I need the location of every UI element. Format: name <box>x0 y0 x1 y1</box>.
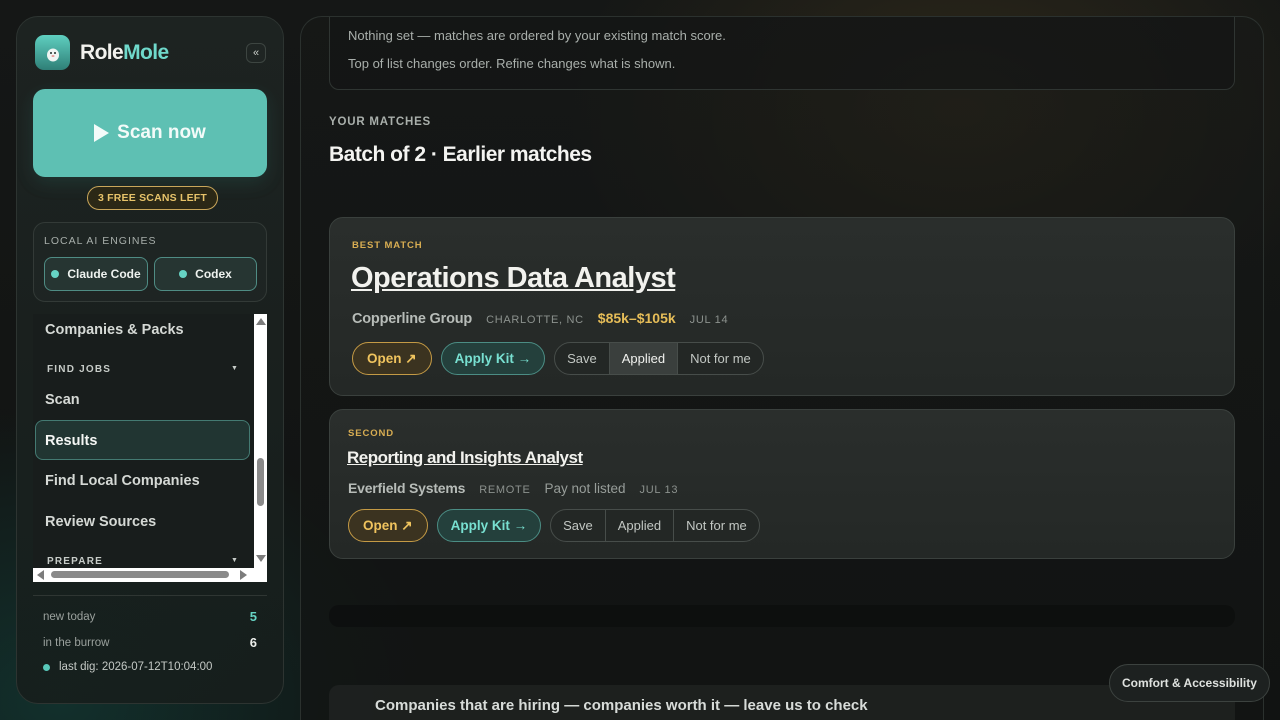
last-dig-text: last dig: 2026-07-12T10:04:00 <box>59 661 213 673</box>
not-for-me-button[interactable]: Not for me <box>677 343 763 374</box>
chevron-down-icon[interactable]: ▼ <box>231 365 238 372</box>
brand-name-part2: Mole <box>123 40 169 64</box>
double-chevron-left-icon: « <box>252 47 260 59</box>
vertical-scrollbar[interactable] <box>254 314 267 568</box>
scroll-right-arrow-icon[interactable] <box>240 570 247 580</box>
comfort-accessibility-button[interactable]: Comfort & Accessibility <box>1109 664 1270 702</box>
job-actions: Open ↗ Apply Kit → Save Applied Not for … <box>352 342 764 375</box>
job-status-segmented-control: Save Applied Not for me <box>550 509 760 542</box>
applied-button[interactable]: Applied <box>604 510 673 541</box>
stat-burrow-value: 6 <box>249 635 257 650</box>
job-location: REMOTE <box>479 484 531 496</box>
company-name: Everfield Systems <box>348 480 466 496</box>
scan-now-label: Scan now <box>117 122 206 143</box>
play-icon <box>94 124 110 142</box>
engine-codex[interactable]: Codex <box>154 257 257 291</box>
job-title-link[interactable]: Operations Data Analyst <box>351 262 676 295</box>
save-button[interactable]: Save <box>555 343 609 374</box>
job-card: SECOND Reporting and Insights Analyst Ev… <box>329 409 1235 559</box>
open-job-button[interactable]: Open ↗ <box>352 342 432 375</box>
engine-claude-code[interactable]: Claude Code <box>44 257 148 291</box>
not-for-me-button[interactable]: Not for me <box>673 510 759 541</box>
last-dig-status: last dig: 2026-07-12T10:04:00 <box>43 661 212 673</box>
nav-list: Companies & Packs FIND JOBS ▼ Scan Resul… <box>33 314 254 568</box>
mole-logo-icon <box>35 35 70 70</box>
refine-info-box: Nothing set — matches are ordered by you… <box>329 17 1235 90</box>
engine-label: Claude Code <box>67 267 141 281</box>
brand[interactable]: RoleMole <box>35 35 169 70</box>
page-title: Batch of 2 · Earlier matches <box>329 143 592 166</box>
refine-info-line: Nothing set — matches are ordered by you… <box>348 28 726 43</box>
job-title-link[interactable]: Reporting and Insights Analyst <box>347 448 583 468</box>
scroll-up-arrow-icon[interactable] <box>256 318 266 325</box>
job-meta: Copperline Group CHARLOTTE, NC $85k–$105… <box>352 310 728 327</box>
status-dot-icon <box>179 270 188 278</box>
sidebar-item-companies-packs[interactable]: Companies & Packs <box>45 322 184 338</box>
sidebar: RoleMole « Scan now 3 FREE SCANS LEFT LO… <box>16 16 284 704</box>
stat-new-today-value: 5 <box>249 609 257 624</box>
brand-name: RoleMole <box>80 41 169 65</box>
next-section-box: Companies that are hiring — companies wo… <box>329 685 1235 720</box>
match-rank-label: BEST MATCH <box>352 240 423 251</box>
sidebar-item-results[interactable]: Results <box>45 433 97 449</box>
job-actions: Open ↗ Apply Kit → Save Applied Not for … <box>348 509 760 542</box>
ai-engines-panel: LOCAL AI ENGINES Claude Code Codex <box>33 222 267 302</box>
job-meta: Everfield Systems REMOTE Pay not listed … <box>348 480 678 496</box>
horizontal-scrollbar[interactable] <box>33 568 267 582</box>
company-name: Copperline Group <box>352 311 473 327</box>
sidebar-item-find-local-companies[interactable]: Find Local Companies <box>45 473 200 489</box>
open-job-button[interactable]: Open ↗ <box>348 509 428 542</box>
apply-kit-button[interactable]: Apply Kit → <box>440 342 546 375</box>
scroll-thumb[interactable] <box>51 571 229 578</box>
nav-section-prepare[interactable]: PREPARE <box>47 556 103 567</box>
engine-label: Codex <box>195 267 232 281</box>
main-panel: Nothing set — matches are ordered by you… <box>300 16 1264 720</box>
job-card: BEST MATCH Operations Data Analyst Coppe… <box>329 217 1235 396</box>
scroll-left-arrow-icon[interactable] <box>37 570 44 580</box>
scroll-thumb[interactable] <box>257 458 264 506</box>
scroll-down-arrow-icon[interactable] <box>256 555 266 562</box>
status-dot-icon <box>51 270 60 278</box>
sidebar-item-scan[interactable]: Scan <box>45 392 80 408</box>
job-pay: Pay not listed <box>544 481 626 496</box>
chevron-down-icon[interactable]: ▼ <box>231 557 238 564</box>
applied-button[interactable]: Applied <box>608 343 678 374</box>
loading-placeholder <box>329 605 1235 627</box>
stat-new-today-label: new today <box>43 611 96 623</box>
collapse-sidebar-button[interactable]: « <box>246 43 266 63</box>
refine-info-line: Top of list changes order. Refine change… <box>348 56 676 71</box>
job-pay: $85k–$105k <box>597 310 676 326</box>
job-date: JUL 13 <box>639 484 679 496</box>
job-location: CHARLOTTE, NC <box>486 314 584 326</box>
sidebar-nav: Companies & Packs FIND JOBS ▼ Scan Resul… <box>33 314 267 582</box>
engines-title: LOCAL AI ENGINES <box>44 235 157 247</box>
match-rank-label: SECOND <box>348 428 395 439</box>
divider <box>33 595 267 596</box>
save-button[interactable]: Save <box>551 510 605 541</box>
brand-name-part1: Role <box>80 40 124 64</box>
job-date: JUL 14 <box>689 314 729 326</box>
stat-burrow-label: in the burrow <box>43 637 110 649</box>
status-dot-icon <box>43 663 50 671</box>
section-kicker: YOUR MATCHES <box>329 116 432 128</box>
free-scans-badge: 3 FREE SCANS LEFT <box>87 186 218 210</box>
sidebar-item-review-sources[interactable]: Review Sources <box>45 514 156 530</box>
job-status-segmented-control: Save Applied Not for me <box>554 342 764 375</box>
next-section-heading: Companies that are hiring — companies wo… <box>375 697 868 714</box>
apply-kit-button[interactable]: Apply Kit → <box>436 509 542 542</box>
scan-now-button[interactable]: Scan now <box>33 89 267 177</box>
nav-section-find-jobs[interactable]: FIND JOBS <box>47 364 111 375</box>
